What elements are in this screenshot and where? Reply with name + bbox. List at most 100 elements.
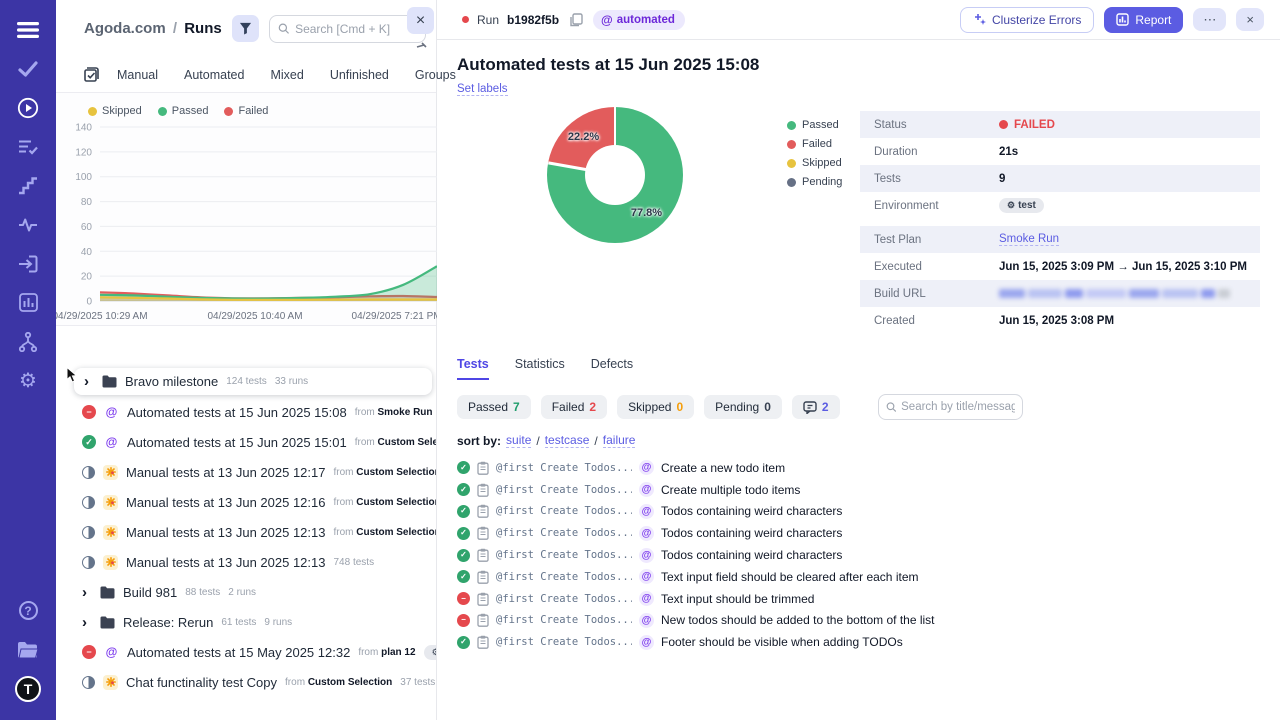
tab-defects[interactable]: Defects xyxy=(591,357,633,380)
sidebar-item-reports[interactable] xyxy=(0,283,56,322)
test-row[interactable]: ✓ @first Create Todos... @ Footer should be… xyxy=(457,631,1260,653)
tab-groups[interactable]: Groups xyxy=(415,68,456,82)
run-status-failed-icon: − xyxy=(82,405,96,419)
select-all-icon[interactable] xyxy=(84,67,99,82)
filter-button[interactable] xyxy=(231,15,259,42)
sidebar-item-import[interactable] xyxy=(0,244,56,283)
copy-run-id-button[interactable] xyxy=(567,11,585,29)
run-row[interactable]: ✓ @ Automated tests at 15 Jun 2025 15:01 fr… xyxy=(56,427,436,457)
runs-search-input[interactable] xyxy=(295,21,417,36)
filter-pill-passed[interactable]: Passed 7 xyxy=(457,395,531,419)
sidebar-item-check[interactable] xyxy=(0,49,56,88)
run-folder-row[interactable]: › Bravo milestone 124 tests 33 runs xyxy=(74,368,432,395)
filter-label: Skipped xyxy=(628,400,672,414)
filter-pill-failed[interactable]: Failed 2 xyxy=(540,395,608,419)
test-row[interactable]: ✓ @first Create Todos... @ Todos containing… xyxy=(457,544,1260,566)
set-labels-link[interactable]: Set labels xyxy=(457,83,508,96)
svg-text:140: 140 xyxy=(75,123,92,134)
test-row[interactable]: − @first Create Todos... @ Text input shoul… xyxy=(457,588,1260,610)
clusterize-errors-button[interactable]: Clusterize Errors xyxy=(960,6,1095,33)
test-title: Todos containing weird characters xyxy=(661,526,843,541)
chevron-right-icon[interactable]: › xyxy=(84,374,94,389)
test-row[interactable]: ✓ @first Create Todos... @ Todos containing… xyxy=(457,501,1260,523)
test-status-passed-icon: ✓ xyxy=(457,570,470,584)
report-chart-icon xyxy=(1116,13,1130,26)
test-row[interactable]: ✓ @first Create Todos... @ Text input field… xyxy=(457,566,1260,588)
mouse-cursor xyxy=(66,366,79,388)
test-suite-path: @first Create Todos... xyxy=(496,461,632,474)
failed-dot xyxy=(999,120,1008,129)
run-row[interactable]: Manual tests at 13 Jun 2025 12:13 from Cu… xyxy=(56,517,436,547)
run-row[interactable]: − @ Automated tests at 15 May 2025 12:32 fr… xyxy=(56,637,436,667)
tab-mixed[interactable]: Mixed xyxy=(270,68,303,82)
more-actions-button[interactable]: ⋯ xyxy=(1193,7,1227,32)
sidebar-item-branch[interactable] xyxy=(0,322,56,361)
tab-statistics[interactable]: Statistics xyxy=(515,357,565,380)
projects-icon xyxy=(17,641,39,659)
test-title: Create multiple todo items xyxy=(661,482,801,497)
run-row[interactable]: Manual tests at 13 Jun 2025 12:16 from Cu… xyxy=(56,487,436,517)
run-status-progress-icon xyxy=(82,675,95,689)
sidebar-item-app-logo[interactable]: T xyxy=(0,669,56,708)
chevron-right-icon[interactable]: › xyxy=(82,615,92,630)
tab-automated[interactable]: Automated xyxy=(184,68,244,82)
run-row[interactable]: Chat functinality test Copy from Custom S… xyxy=(56,667,436,697)
comments-filter-pill[interactable]: 2 xyxy=(791,395,840,419)
detail-label: Status xyxy=(874,118,907,131)
filter-pill-skipped[interactable]: Skipped 0 xyxy=(617,395,695,419)
report-button[interactable]: Report xyxy=(1104,6,1184,33)
close-run-button[interactable]: × xyxy=(1236,7,1264,32)
folder-title: Build 981 xyxy=(123,584,178,600)
runs-panel-header: Agoda.com / Runs × xyxy=(56,0,436,57)
sidebar-item-settings[interactable]: ⚙ xyxy=(0,361,56,400)
run-from: from plan 12 xyxy=(358,646,416,658)
partial-icon xyxy=(416,36,428,48)
run-row[interactable]: − @ Automated tests at 15 Jun 2025 15:08 fr… xyxy=(56,397,436,427)
tab-tests[interactable]: Tests xyxy=(457,357,489,380)
sort-by-testcase[interactable]: testcase xyxy=(544,433,590,448)
sidebar-item-menu[interactable] xyxy=(0,10,56,49)
breadcrumb-project[interactable]: Agoda.com xyxy=(84,20,166,37)
breadcrumb[interactable]: Agoda.com / Runs xyxy=(84,20,222,37)
import-icon xyxy=(18,255,38,273)
sort-by-suite[interactable]: suite xyxy=(506,433,532,448)
sidebar-item-test-cases[interactable] xyxy=(0,127,56,166)
panel-close-button[interactable]: × xyxy=(407,7,434,34)
test-row[interactable]: ✓ @first Create Todos... @ Todos containing… xyxy=(457,522,1260,544)
chevron-right-icon[interactable]: › xyxy=(82,585,92,600)
automated-badge[interactable]: @ automated xyxy=(593,9,685,30)
run-summary: 77.8% 22.2% Passed Failed Skipped Pending St… xyxy=(457,103,1260,341)
run-folder-row[interactable]: › Build 981 88 tests 2 runs xyxy=(56,577,436,607)
svg-text:0: 0 xyxy=(86,297,92,308)
check-icon xyxy=(18,60,38,77)
sidebar-item-projects[interactable] xyxy=(0,630,56,669)
runs-search[interactable] xyxy=(268,14,426,43)
donut-hole xyxy=(585,145,645,205)
run-folder-row[interactable]: › Release: Rerun 61 tests 9 runs xyxy=(56,607,436,637)
run-row[interactable]: Manual tests at 13 Jun 2025 12:13 748 tes… xyxy=(56,547,436,577)
tests-search[interactable] xyxy=(877,394,1023,420)
tab-manual[interactable]: Manual xyxy=(117,68,158,82)
test-status-passed-icon: ✓ xyxy=(457,504,470,518)
run-row[interactable]: Manual tests at 13 Jun 2025 12:17 from Cu… xyxy=(56,457,436,487)
run-detail-content: Automated tests at 15 Jun 2025 15:08 Set… xyxy=(437,40,1280,653)
sidebar-item-runs[interactable] xyxy=(0,88,56,127)
test-row[interactable]: ✓ @first Create Todos... @ Create multiple … xyxy=(457,479,1260,501)
sidebar-item-steps[interactable] xyxy=(0,166,56,205)
test-plan-link[interactable]: Smoke Run xyxy=(999,233,1060,246)
folder-runs-count: 2 runs xyxy=(228,586,257,598)
tests-search-input[interactable] xyxy=(901,401,1015,413)
help-icon: ? xyxy=(18,601,38,620)
sidebar-item-analytics[interactable] xyxy=(0,205,56,244)
folder-icon xyxy=(102,375,117,388)
filter-pill-pending[interactable]: Pending 0 xyxy=(704,395,782,419)
filter-count: 7 xyxy=(513,400,520,414)
sidebar-item-help[interactable]: ? xyxy=(0,591,56,630)
run-from: from Custom Selection xyxy=(333,496,436,508)
detail-tabs: Tests Statistics Defects xyxy=(457,357,1260,380)
environment-value: ⚙ test xyxy=(999,198,1044,213)
tab-unfinished[interactable]: Unfinished xyxy=(330,68,389,82)
test-row[interactable]: − @first Create Todos... @ New todos should… xyxy=(457,610,1260,632)
sort-by-failure[interactable]: failure xyxy=(602,433,636,448)
test-row[interactable]: ✓ @first Create Todos... @ Create a new tod… xyxy=(457,457,1260,479)
